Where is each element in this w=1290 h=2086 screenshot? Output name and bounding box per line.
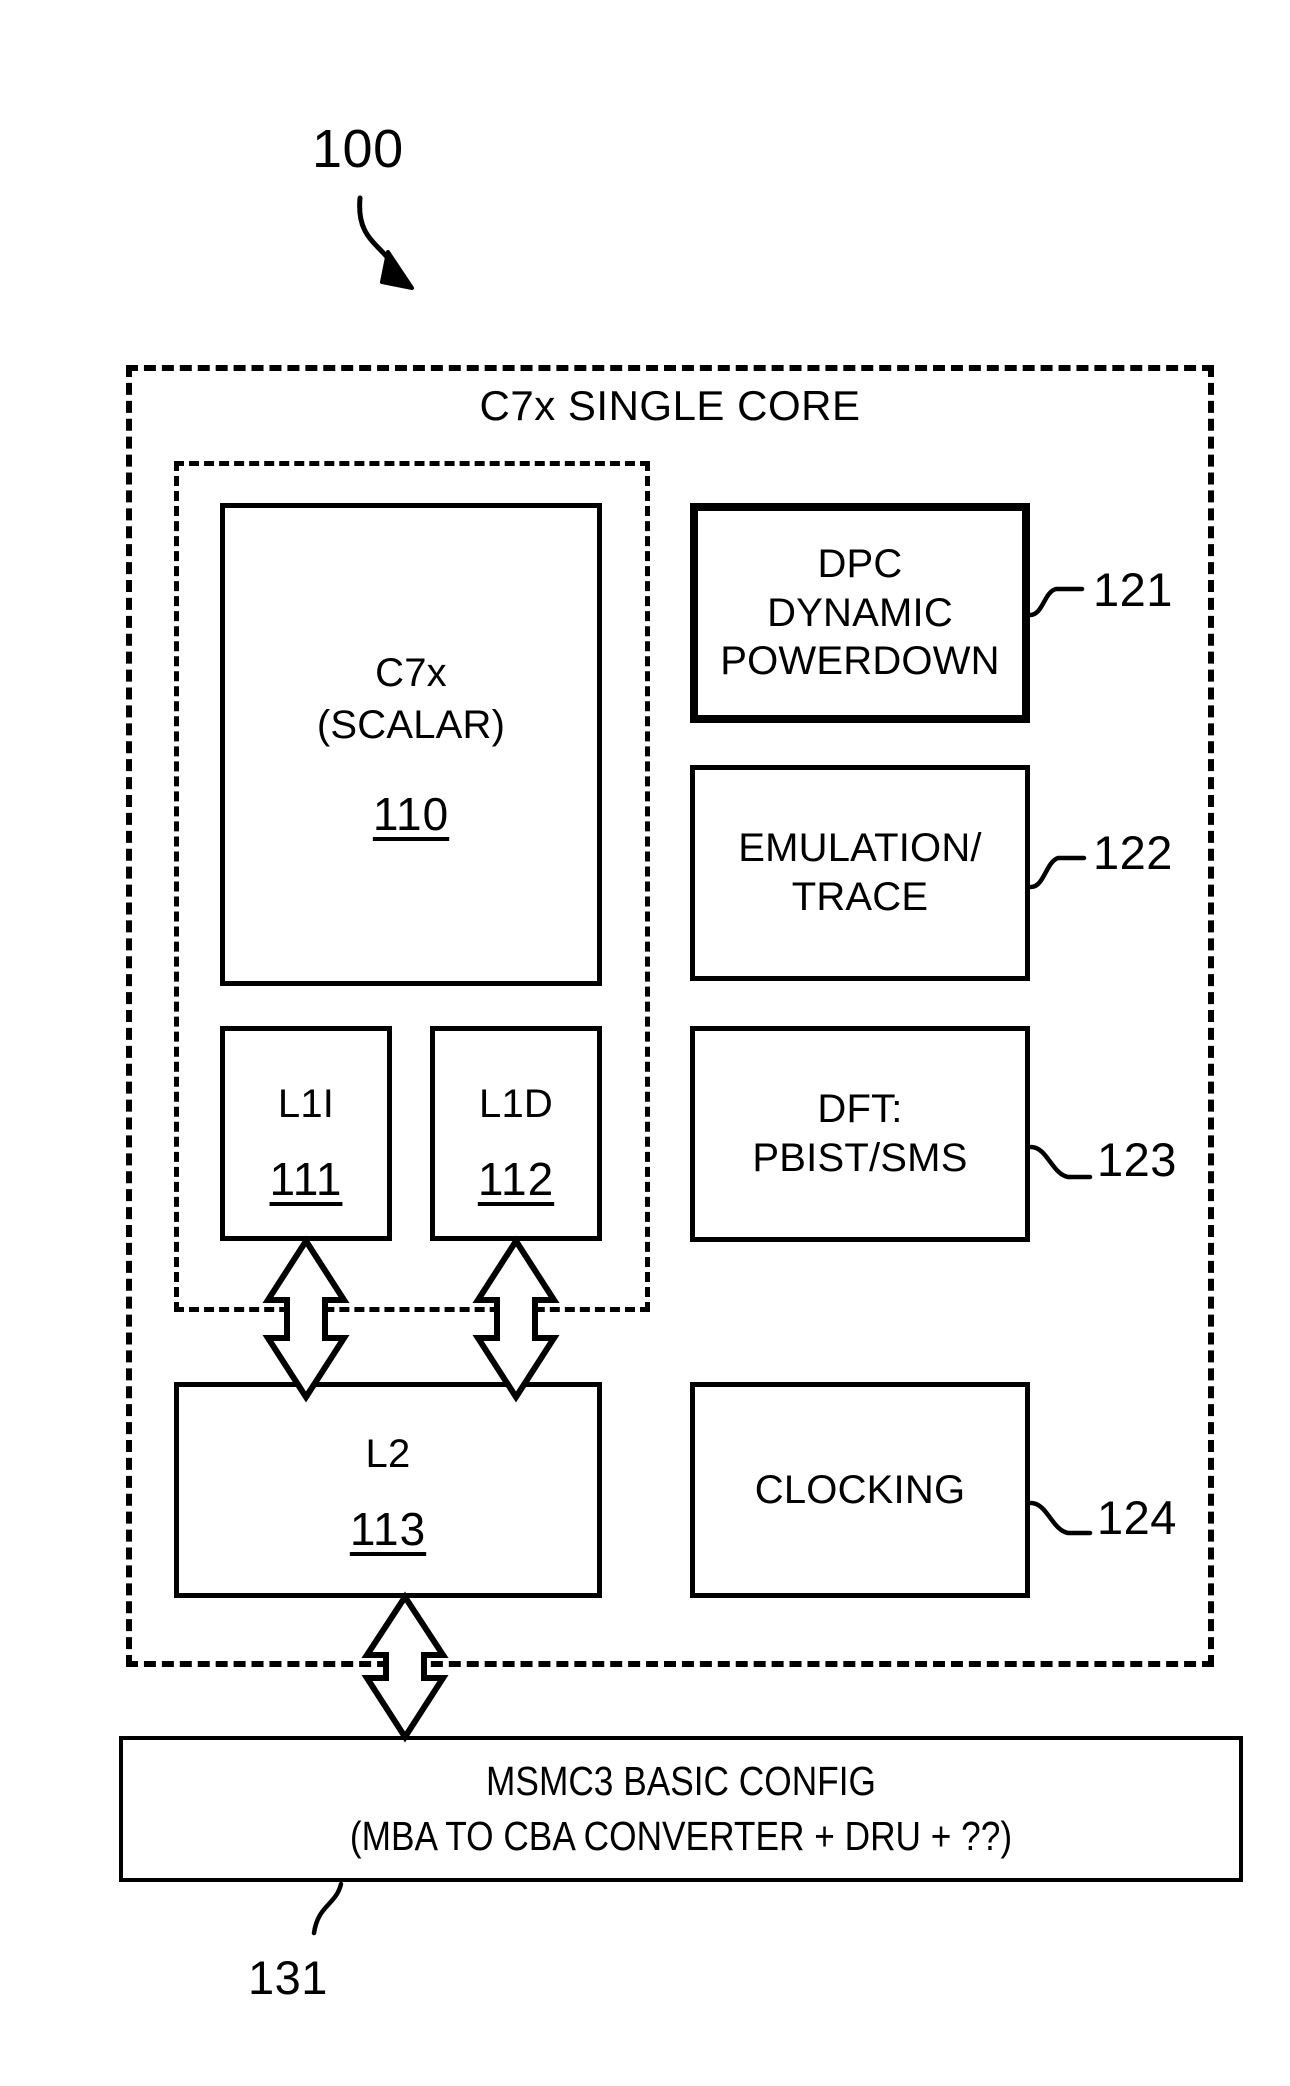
reference-121: 121: [1093, 563, 1173, 616]
dft-pbist-sms-label: DFT: PBIST/SMS: [752, 1087, 968, 1180]
figure-reference-100: 100: [312, 119, 404, 179]
dpc-dynamic-powerdown-box[interactable]: DPC DYNAMIC POWERDOWN: [690, 503, 1030, 723]
l1d-cache-box[interactable]: L1D 112: [430, 1026, 602, 1241]
reference-131: 131: [248, 1951, 328, 2004]
c7x-scalar-cpu-label: C7x: [375, 650, 447, 695]
l2-cache-label: L2: [365, 1431, 411, 1476]
reference-122: 122: [1093, 826, 1173, 879]
figure-canvas: 100 C7x SINGLE CORE C7x (SCALAR) 110 L1I…: [0, 0, 1290, 2086]
leader-line-131: [311, 1881, 344, 1936]
c7x-scalar-cpu-sublabel: (SCALAR): [316, 702, 506, 747]
msmc3-basic-config-label: MSMC3 BASIC CONFIG (MBA TO CBA CONVERTER…: [349, 1757, 1013, 1859]
reference-124: 124: [1097, 1491, 1177, 1544]
emulation-trace-box[interactable]: EMULATION/ TRACE: [690, 765, 1030, 981]
l1i-cache-ref: 111: [269, 1152, 343, 1205]
msmc3-basic-config-box[interactable]: MSMC3 BASIC CONFIG (MBA TO CBA CONVERTER…: [119, 1736, 1243, 1882]
clocking-box[interactable]: CLOCKING: [690, 1382, 1030, 1598]
l1i-cache-box[interactable]: L1I 111: [220, 1026, 392, 1241]
l1i-cache-label: L1I: [277, 1081, 335, 1126]
l1d-cache-label: L1D: [479, 1081, 553, 1126]
l1d-cache-ref: 112: [477, 1152, 555, 1205]
figure-100-leader-arrow: [357, 195, 414, 290]
c7x-single-core-title: C7x SINGLE CORE: [479, 382, 861, 430]
l2-cache-ref: 113: [349, 1502, 427, 1555]
c7x-scalar-cpu-box[interactable]: C7x (SCALAR) 110: [220, 503, 602, 986]
reference-123: 123: [1097, 1133, 1177, 1186]
emulation-trace-label: EMULATION/ TRACE: [738, 826, 982, 919]
l2-cache-box[interactable]: L2 113: [174, 1382, 602, 1598]
clocking-label: CLOCKING: [754, 1467, 966, 1512]
dpc-dynamic-powerdown-label: DPC DYNAMIC POWERDOWN: [720, 541, 1000, 684]
dft-pbist-sms-box[interactable]: DFT: PBIST/SMS: [690, 1026, 1030, 1242]
c7x-scalar-cpu-ref: 110: [372, 787, 450, 840]
